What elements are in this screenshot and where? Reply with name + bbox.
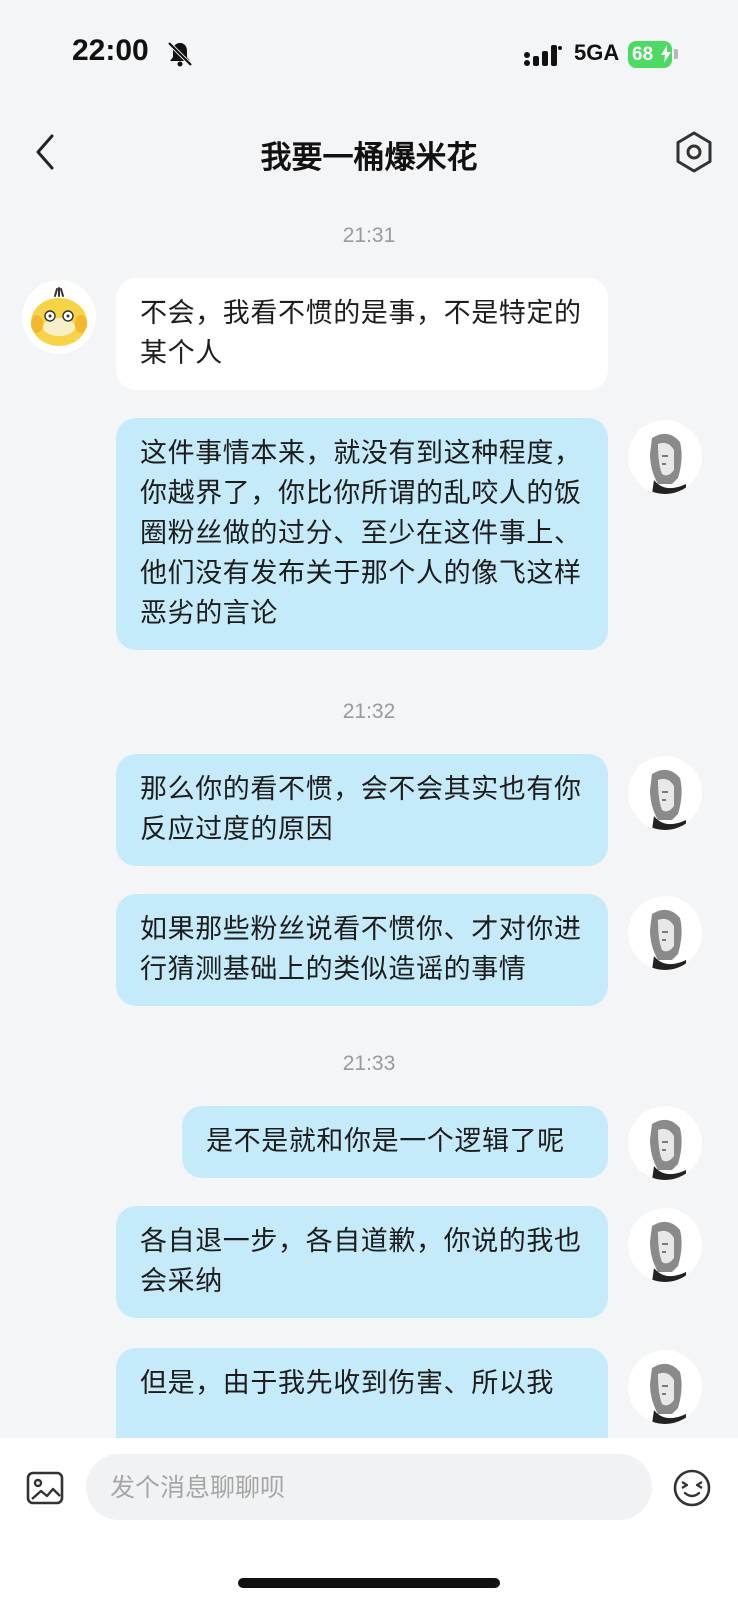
message-input[interactable] bbox=[86, 1454, 652, 1520]
charging-bolt-icon bbox=[661, 45, 671, 63]
sketch-portrait-avatar-icon bbox=[628, 420, 702, 494]
contact-avatar[interactable] bbox=[22, 280, 96, 354]
image-picker-icon[interactable] bbox=[26, 1470, 64, 1506]
user-avatar[interactable] bbox=[628, 1106, 702, 1180]
chat-timestamp: 21:32 bbox=[342, 700, 396, 723]
battery-level: 68 bbox=[632, 43, 654, 65]
message-bubble-sent[interactable]: 是不是就和你是一个逻辑了呢 bbox=[182, 1106, 608, 1178]
status-time: 22:00 bbox=[72, 34, 149, 67]
sketch-portrait-avatar-icon bbox=[628, 1208, 702, 1282]
emoji-picker-icon[interactable] bbox=[672, 1468, 712, 1508]
user-avatar[interactable] bbox=[628, 420, 702, 494]
duck-avatar-icon bbox=[22, 280, 96, 354]
bell-muted-icon bbox=[167, 41, 193, 67]
user-avatar[interactable] bbox=[628, 1208, 702, 1282]
chat-title: 我要一桶爆米花 bbox=[260, 140, 478, 176]
message-bubble-sent[interactable]: 这件事情本来，就没有到这种程度，你越界了，你比你所谓的乱咬人的饭圈粉丝做的过分、… bbox=[116, 418, 608, 650]
network-type: 5GA bbox=[574, 40, 620, 65]
message-bubble-received[interactable]: 不会，我看不惯的是事，不是特定的某个人 bbox=[116, 278, 608, 390]
message-input-bar bbox=[0, 1438, 738, 1600]
hexagon-settings-icon[interactable] bbox=[672, 130, 716, 174]
chat-timestamp: 21:33 bbox=[342, 1052, 396, 1075]
sketch-portrait-avatar-icon bbox=[628, 1350, 702, 1424]
user-avatar[interactable] bbox=[628, 756, 702, 830]
message-bubble-sent[interactable]: 各自退一步，各自道歉，你说的我也会采纳 bbox=[116, 1206, 608, 1318]
chat-header: 我要一桶爆米花 bbox=[0, 110, 738, 194]
sketch-portrait-avatar-icon bbox=[628, 756, 702, 830]
message-bubble-sent[interactable]: 如果那些粉丝说看不惯你、才对你进行猜测基础上的类似造谣的事情 bbox=[116, 894, 608, 1006]
home-indicator bbox=[238, 1578, 500, 1588]
battery-tip bbox=[674, 49, 678, 59]
user-avatar[interactable] bbox=[628, 896, 702, 970]
status-bar: 22:00 5GA 68 bbox=[0, 0, 738, 100]
sketch-portrait-avatar-icon bbox=[628, 1106, 702, 1180]
chat-timestamp: 21:31 bbox=[342, 224, 396, 247]
signal-bars-icon bbox=[524, 45, 562, 66]
message-bubble-sent[interactable]: 那么你的看不惯，会不会其实也有你反应过度的原因 bbox=[116, 754, 608, 866]
sketch-portrait-avatar-icon bbox=[628, 896, 702, 970]
user-avatar[interactable] bbox=[628, 1350, 702, 1424]
